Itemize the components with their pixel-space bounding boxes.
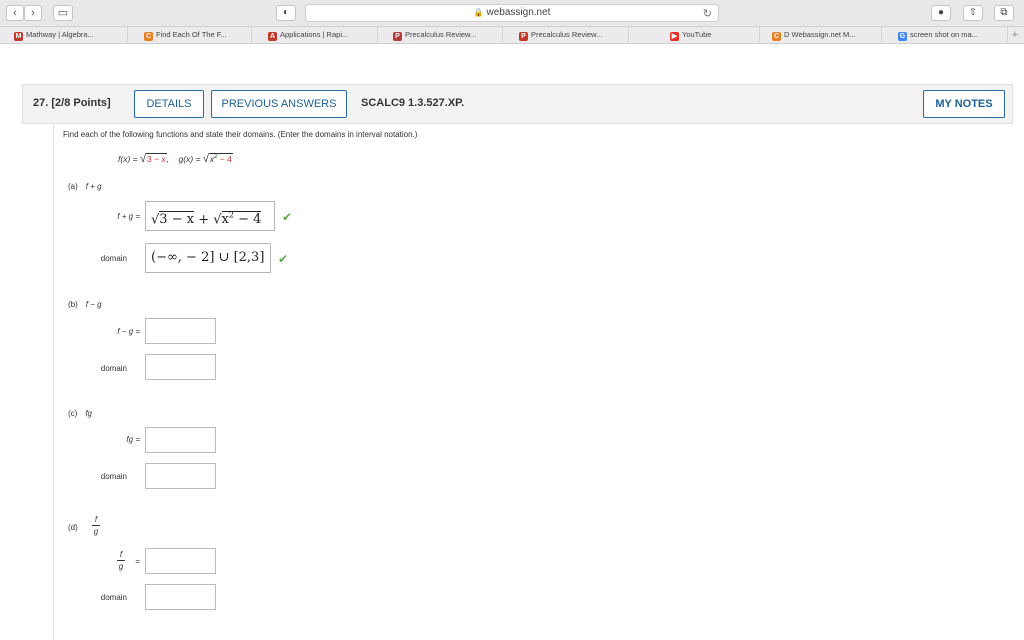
youtube-icon: ▶ <box>670 32 679 41</box>
browser-toolbar: ‹ › ▭ ◐ 🔒 webassign.net ↻ ● ⇧ ⧉ <box>0 0 1024 27</box>
google-icon: G <box>898 32 907 41</box>
part-d-label: (d) <box>68 523 78 532</box>
part-b-domain-input[interactable] <box>145 354 216 380</box>
share-icon[interactable]: ⇧ <box>963 5 983 21</box>
bookmark-item[interactable]: P Precalculus Review... <box>519 27 629 43</box>
tabs-overview-icon[interactable]: ⧉ <box>994 5 1014 21</box>
correct-check-icon: ✔ <box>278 252 289 266</box>
lock-icon: 🔒 <box>473 8 484 17</box>
part-a-domain-label: domain <box>100 254 127 263</box>
previous-answers-button[interactable]: PREVIOUS ANSWERS <box>211 90 347 118</box>
question-number: 27. [2/8 Points] <box>33 97 111 109</box>
bookmark-item[interactable]: C Find Each Of The F... <box>144 27 252 43</box>
part-c-func-label: fg = <box>126 435 140 444</box>
bookmark-item[interactable]: P Precalculus Review... <box>393 27 503 43</box>
part-c-label: (c) fg <box>68 409 92 418</box>
sidebar-toggle-icon[interactable]: ▭ <box>53 5 73 21</box>
correct-check-icon: ✔ <box>282 210 293 224</box>
part-b-func-label: f − g = <box>117 327 140 336</box>
chegg-icon: C <box>772 32 781 41</box>
bookmark-item[interactable]: ▶ YouTube <box>670 27 760 43</box>
part-c-domain-input[interactable] <box>145 463 216 489</box>
precalc-review-icon: P <box>519 32 528 41</box>
given-functions: f(x) = √3 − x, g(x) = √x2 − 4 <box>118 153 233 165</box>
bookmark-item[interactable]: M Mathway | Algebra... <box>14 27 128 43</box>
my-notes-button[interactable]: MY NOTES <box>923 90 1005 118</box>
bookmarks-bar: M Mathway | Algebra... C Find Each Of The … <box>0 27 1024 44</box>
url-text: webassign.net <box>486 7 551 18</box>
privacy-shield-icon[interactable]: ◐ <box>276 5 296 21</box>
part-b-func-input[interactable] <box>145 318 216 344</box>
part-d-func-input[interactable] <box>145 548 216 574</box>
part-a-func-label: f + g = <box>117 212 140 221</box>
instruction-text: Find each of the following functions and… <box>63 130 418 139</box>
chegg-icon: C <box>144 32 153 41</box>
details-button[interactable]: DETAILS <box>134 90 204 118</box>
part-b-domain-label: domain <box>100 364 127 373</box>
precalc-icon: P <box>393 32 402 41</box>
rapid-tables-icon: A <box>268 32 277 41</box>
reload-icon[interactable]: ↻ <box>703 6 712 22</box>
part-c-domain-label: domain <box>100 472 127 481</box>
address-bar[interactable]: 🔒 webassign.net ↻ <box>305 4 719 22</box>
part-d-fraction: fg <box>92 515 100 536</box>
part-b-label: (b) f − g <box>68 300 102 309</box>
question-header: 27. [2/8 Points] DETAILS PREVIOUS ANSWER… <box>22 84 1013 124</box>
forward-button[interactable]: › <box>24 5 42 21</box>
part-d-domain-label: domain <box>100 593 127 602</box>
add-bookmark-icon[interactable]: + <box>1012 27 1018 43</box>
part-a-domain-answer[interactable]: (−∞, − 2] ∪ [2,3] <box>145 243 271 273</box>
part-a-label: (a) f + g <box>68 182 102 191</box>
bookmark-item[interactable]: CD Webassign.net M... <box>772 27 882 43</box>
question-code: SCALC9 1.3.527.XP. <box>361 97 465 109</box>
part-a-func-answer[interactable]: √3 − x + √x2 − 4 <box>145 201 275 231</box>
back-button[interactable]: ‹ <box>6 5 24 21</box>
part-d-func-fraction: fg <box>117 550 125 571</box>
mathway-icon: M <box>14 32 23 41</box>
part-c-func-input[interactable] <box>145 427 216 453</box>
part-d-equals: = <box>135 557 140 566</box>
download-icon[interactable]: ● <box>931 5 951 21</box>
bookmark-item[interactable]: A Applications | Rapi... <box>268 27 378 43</box>
bookmark-item[interactable]: Gscreen shot on ma... <box>898 27 1008 43</box>
part-d-domain-input[interactable] <box>145 584 216 610</box>
